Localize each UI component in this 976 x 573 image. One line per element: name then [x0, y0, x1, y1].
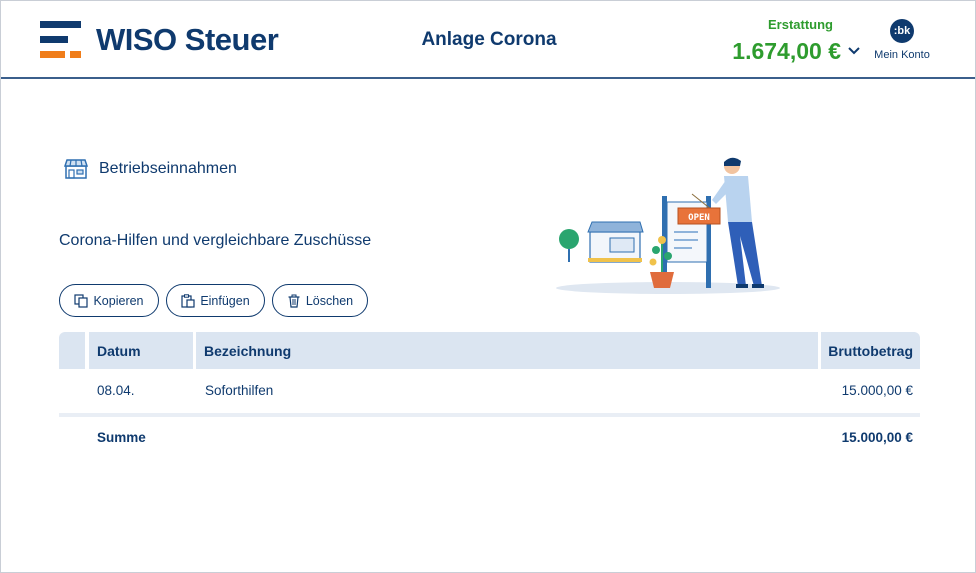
app-header: WISO Steuer Anlage Corona Erstattung 1.6…	[1, 1, 975, 79]
paste-icon	[181, 293, 195, 308]
amount-header-label: Bruttobetrag	[828, 343, 913, 359]
page-title: Anlage Corona	[421, 29, 557, 50]
trash-icon	[288, 294, 300, 308]
total-amount: 15.000,00 €	[841, 430, 913, 445]
wiso-logo-mark	[40, 20, 84, 60]
account-label: Mein Konto	[874, 49, 930, 61]
description-column-header[interactable]: Bezeichnung	[196, 332, 818, 369]
wiso-logo[interactable]: WISO Steuer	[40, 20, 280, 62]
refund-amount: 1.674,00 €	[732, 38, 841, 64]
select-column-header[interactable]	[59, 332, 85, 369]
section-subtitle: Corona-Hilfen und vergleichbare Zuschüss…	[59, 232, 372, 249]
shop-icon	[64, 159, 88, 179]
row-description: Soforthilfen	[205, 383, 274, 398]
account-menu[interactable]: :bk Mein Konto	[867, 19, 937, 61]
avatar: :bk	[890, 19, 914, 43]
copy-button[interactable]: Kopieren	[59, 284, 159, 317]
date-header-label: Datum	[97, 343, 141, 359]
chevron-down-icon[interactable]	[845, 43, 863, 59]
copy-button-label: Kopieren	[93, 293, 144, 308]
paste-button-label: Einfügen	[200, 293, 250, 308]
delete-button-label: Löschen	[305, 293, 354, 308]
amount-column-header[interactable]: Bruttobetrag	[821, 332, 920, 369]
delete-button[interactable]: Löschen	[272, 284, 368, 317]
logo-text: WISO Steuer	[96, 22, 279, 57]
section-title: Betriebseinnahmen	[99, 160, 237, 177]
refund-summary[interactable]: Erstattung 1.674,00 €	[701, 17, 841, 65]
row-amount: 15.000,00 €	[841, 383, 913, 398]
section-heading: Betriebseinnahmen	[64, 158, 237, 180]
shop-owner-illustration: OPEN	[556, 157, 780, 294]
open-sign-text: OPEN	[688, 213, 710, 223]
date-column-header[interactable]: Datum	[89, 332, 193, 369]
row-date: 08.04.	[97, 383, 135, 398]
copy-icon	[74, 293, 89, 308]
refund-label: Erstattung	[768, 17, 833, 32]
table-row[interactable]: 08.04. Soforthilfen 15.000,00 €	[59, 370, 920, 411]
paste-button[interactable]: Einfügen	[166, 284, 265, 317]
table-divider	[59, 413, 920, 417]
total-label: Summe	[97, 430, 146, 445]
description-header-label: Bezeichnung	[204, 343, 292, 359]
